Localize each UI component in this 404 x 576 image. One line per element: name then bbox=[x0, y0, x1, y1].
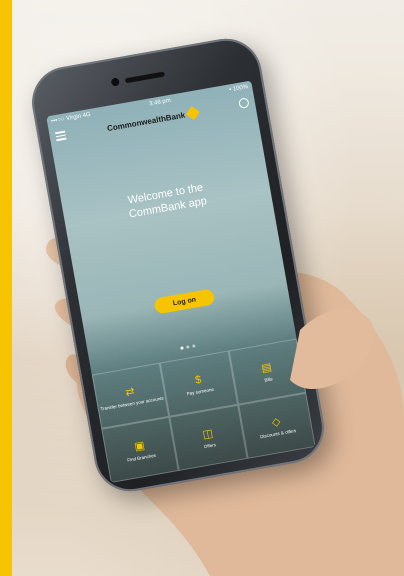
time-label: 3:46 pm bbox=[148, 97, 172, 108]
tile-discounts[interactable]: ◇ Discounts & offers bbox=[237, 392, 316, 459]
tile-branches-label: Find Branches bbox=[126, 452, 157, 463]
tile-pay-label: Pay someone bbox=[186, 386, 215, 396]
offers-icon: ◫ bbox=[201, 427, 214, 441]
tile-offers-label: Offers bbox=[203, 441, 217, 449]
tile-offers[interactable]: ◫ Offers bbox=[169, 404, 248, 471]
page-dot-3 bbox=[192, 344, 196, 348]
tile-find-branches[interactable]: ▣ Find Branches bbox=[101, 416, 180, 483]
front-camera bbox=[110, 77, 120, 87]
welcome-text: Welcome to the CommBank app bbox=[62, 169, 272, 233]
page-indicator bbox=[180, 344, 196, 350]
tile-bills-label: Bills bbox=[263, 375, 273, 383]
branch-icon: ▣ bbox=[133, 439, 146, 453]
battery-label: • 100% bbox=[228, 84, 249, 94]
transfer-icon: ⇄ bbox=[124, 385, 136, 399]
tag-icon: ◇ bbox=[270, 415, 282, 429]
pay-icon: $ bbox=[194, 373, 203, 387]
quick-actions-grid: ⇄ Transfer between your accounts $ Pay s… bbox=[91, 338, 316, 483]
page-dot-2 bbox=[186, 345, 190, 349]
logon-button[interactable]: Log on bbox=[153, 288, 216, 315]
search-icon[interactable] bbox=[238, 97, 250, 109]
earpiece-speaker bbox=[124, 71, 166, 84]
page-dot-1 bbox=[180, 346, 184, 350]
menu-icon[interactable] bbox=[55, 130, 67, 141]
tile-discounts-label: Discounts & offers bbox=[259, 427, 297, 439]
diamond-logo-icon bbox=[185, 106, 200, 121]
bill-icon: ▤ bbox=[260, 360, 273, 375]
